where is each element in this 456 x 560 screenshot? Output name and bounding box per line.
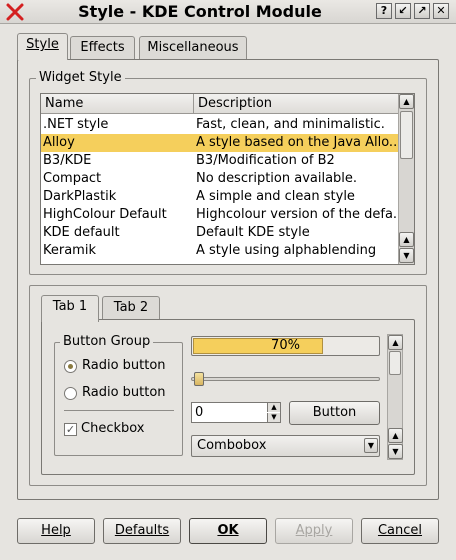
close-icon[interactable]: ✕ [433,3,449,19]
title-bar[interactable]: Style - KDE Control Module ? ↙ ↗ ✕ [0,0,456,24]
list-scrollbar[interactable]: ▲ ▲ ▼ [398,94,414,264]
scroll-up-icon[interactable]: ▲ [388,428,403,443]
slider-handle[interactable] [194,372,204,386]
radio-button-2[interactable] [64,387,77,400]
tab-2[interactable]: Tab 2 [102,296,160,320]
window-title: Style - KDE Control Module [78,2,322,21]
style-list[interactable]: Name Description .NET style Fast, clean, … [40,93,415,265]
list-item[interactable]: DarkPlastik A simple and clean style [41,188,398,206]
spin-box-value[interactable]: 0 [195,404,203,422]
list-item[interactable]: Compact No description available. [41,170,398,188]
combobox[interactable]: Combobox ▼ [191,435,380,457]
button-group-legend: Button Group [60,335,154,349]
radio-button-2-label[interactable]: Radio button [82,385,166,401]
scroll-down-icon[interactable]: ▼ [388,444,403,459]
list-header: Name Description [41,94,398,114]
list-item[interactable]: Keramik A style using alphablending [41,242,398,260]
list-item[interactable]: .NET style Fast, clean, and minimalistic. [41,116,398,134]
minimize-icon[interactable]: ↙ [395,3,411,19]
combobox-value: Combobox [197,438,267,453]
scroll-down-icon[interactable]: ▼ [399,248,414,263]
scroll-up-icon[interactable]: ▲ [399,94,414,109]
spin-up-icon[interactable]: ▲ [267,403,280,412]
tab-1[interactable]: Tab 1 [41,295,99,322]
tab-effects[interactable]: Effects [70,36,135,60]
list-item-selected[interactable]: Alloy A style based on the Java Allo... [41,134,398,152]
tab-miscellaneous[interactable]: Miscellaneous [139,36,247,60]
column-header-description[interactable]: Description [194,94,398,113]
list-item[interactable]: HighColour Default Highcolour version of … [41,206,398,224]
chevron-down-icon[interactable]: ▼ [364,438,378,453]
spin-down-icon[interactable]: ▼ [267,413,280,422]
spin-box[interactable]: 0 ▲ ▼ [191,402,281,423]
maximize-icon[interactable]: ↗ [414,3,430,19]
scroll-up-icon[interactable]: ▲ [399,232,414,247]
widget-style-legend: Widget Style [36,71,125,85]
list-body: .NET style Fast, clean, and minimalistic.… [41,116,398,260]
list-item[interactable]: B3/KDE B3/Modification of B2 [41,152,398,170]
defaults-button[interactable]: Defaults [103,518,181,544]
progress-label: 70% [271,338,300,353]
slider-track[interactable] [191,377,380,381]
divider [64,410,174,411]
preview-button[interactable]: Button [289,401,380,425]
apply-button: Apply [275,518,353,544]
help-button[interactable]: Help [17,518,95,544]
preview-scrollbar[interactable]: ▲ ▲ ▼ [387,334,403,460]
list-item[interactable]: KDE default Default KDE style [41,224,398,242]
help-icon[interactable]: ? [376,3,392,19]
progress-bar: 70% [191,336,380,356]
checkbox-label[interactable]: Checkbox [81,421,145,437]
scroll-thumb[interactable] [400,111,413,159]
radio-button-1-label[interactable]: Radio button [82,358,166,374]
radio-button-1[interactable] [64,360,77,373]
tab-style[interactable]: Style [17,33,68,60]
cancel-button[interactable]: Cancel [361,518,439,544]
checkbox[interactable]: ✓ [64,423,77,436]
ok-button[interactable]: OK [189,518,267,544]
scroll-up-icon[interactable]: ▲ [388,335,403,350]
scroll-thumb[interactable] [389,351,401,375]
column-header-name[interactable]: Name [41,94,194,113]
